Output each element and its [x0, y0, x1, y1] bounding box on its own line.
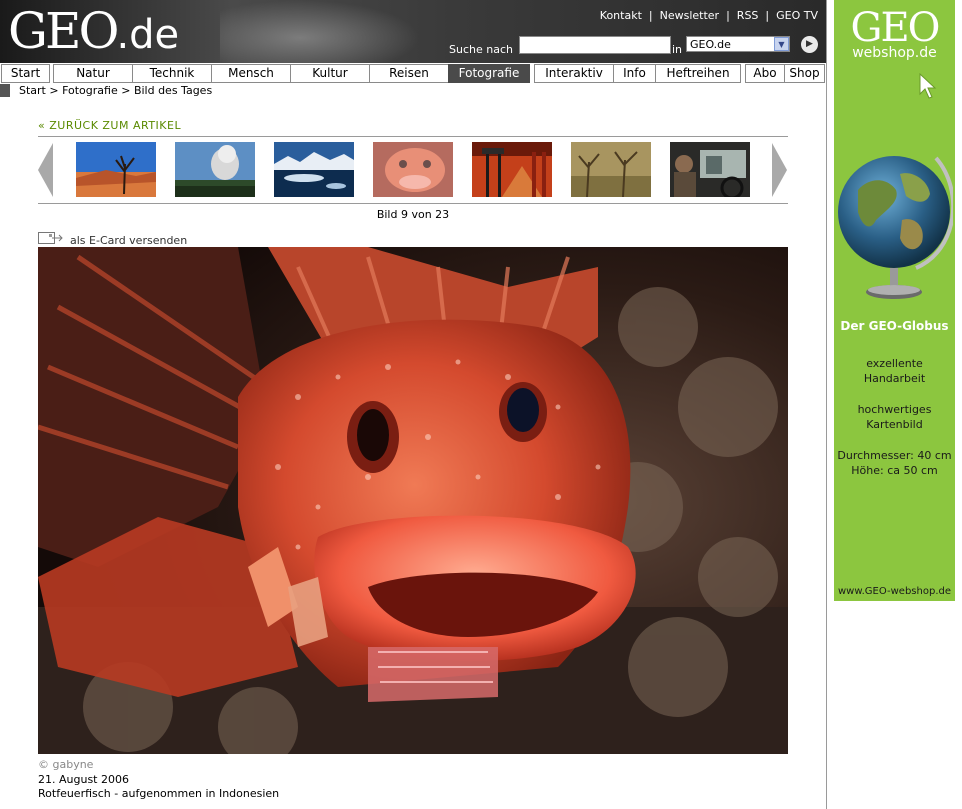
thumbnail-volcano[interactable]: [175, 142, 255, 197]
nav-label: Kultur: [312, 66, 348, 80]
main-nav: Start Natur Technik Mensch Kultur Reisen…: [0, 64, 826, 83]
nav-technik[interactable]: Technik: [132, 64, 212, 83]
thumbnail-car-interior[interactable]: [670, 142, 750, 197]
nav-label: Mensch: [228, 66, 274, 80]
search-label: Suche nach: [449, 43, 513, 56]
thumbnail-swamp-trees[interactable]: [571, 142, 651, 197]
photo-caption: Rotfeuerfisch - aufgenommen in Indonesie…: [38, 787, 280, 800]
main-photo: [38, 247, 788, 754]
ecard-icon: [38, 232, 63, 244]
nav-heftreihen[interactable]: Heftreihen: [655, 64, 741, 83]
nav-shop[interactable]: Shop: [784, 64, 825, 83]
nav-kultur[interactable]: Kultur: [290, 64, 370, 83]
ad-brand: GEO webshop.de: [834, 6, 955, 60]
chevron-down-icon: ▼: [774, 37, 789, 51]
ad-line: Kartenbild: [866, 418, 923, 431]
ad-line: hochwertiges: [857, 403, 932, 416]
nav-start[interactable]: Start: [1, 64, 50, 83]
photo-date: 21. August 2006: [38, 773, 129, 786]
ad-line: Durchmesser: 40 cm: [837, 449, 952, 462]
search-scope-select[interactable]: GEO.de ▼: [686, 36, 790, 52]
link-kontakt[interactable]: Kontakt: [600, 9, 642, 22]
thumbnail-scorpionfish[interactable]: [373, 142, 453, 197]
ad-brand-geo: GEO: [850, 5, 941, 51]
nav-label: Technik: [149, 66, 195, 80]
page: GEO.de Kontakt | Newsletter | RSS | GEO TV Suc…: [0, 0, 827, 809]
ad-line: Höhe: ca 50 cm: [851, 464, 938, 477]
ecard-label: als E-Card versenden: [70, 234, 188, 247]
top-links: Kontakt | Newsletter | RSS | GEO TV: [599, 9, 818, 22]
nav-abo[interactable]: Abo: [745, 64, 785, 83]
nav-info[interactable]: Info: [613, 64, 656, 83]
nav-label: Abo: [753, 66, 777, 80]
nav-label: Interaktiv: [545, 66, 603, 80]
nav-label: Natur: [76, 66, 110, 80]
search-bar: Suche nach in GEO.de ▼ ▶: [449, 36, 821, 56]
nav-label: Fotografie: [458, 66, 520, 80]
thumbnail-desert[interactable]: [76, 142, 156, 197]
ad-title: Der GEO-Globus: [840, 319, 949, 333]
breadcrumb-text[interactable]: Start > Fotografie > Bild des Tages: [19, 84, 212, 97]
thumbnail-temple[interactable]: [472, 142, 552, 197]
logo-de: .de: [116, 12, 180, 58]
nav-interaktiv[interactable]: Interaktiv: [534, 64, 614, 83]
globe-icon: [838, 156, 953, 299]
nav-reisen[interactable]: Reisen: [369, 64, 449, 83]
play-icon: ▶: [806, 39, 813, 49]
nav-mensch[interactable]: Mensch: [211, 64, 291, 83]
next-arrow-icon[interactable]: [772, 143, 788, 197]
thumbnail-strip: [38, 136, 788, 204]
nav-label: Heftreihen: [666, 66, 730, 80]
search-scope-value: GEO.de: [690, 38, 731, 51]
photo-credit: © gabyne: [38, 758, 94, 771]
search-in-label: in: [672, 43, 683, 56]
nav-label: Info: [623, 66, 646, 80]
back-to-article-link[interactable]: « ZURÜCK ZUM ARTIKEL: [38, 119, 181, 132]
search-go-button[interactable]: ▶: [801, 36, 818, 53]
nav-label: Reisen: [389, 66, 429, 80]
logo-geo: GEO: [8, 2, 119, 60]
nav-fotografie[interactable]: Fotografie: [448, 64, 530, 83]
link-newsletter[interactable]: Newsletter: [660, 9, 719, 22]
mouse-pointer-icon: [919, 72, 937, 99]
header: GEO.de Kontakt | Newsletter | RSS | GEO TV Suc…: [0, 0, 826, 63]
geo-webshop-ad[interactable]: GEO webshop.de Der GEO-Globus exzellente…: [834, 0, 955, 601]
prev-arrow-icon[interactable]: [38, 143, 54, 197]
ad-line: exzellente: [866, 357, 923, 370]
nav-label: Shop: [789, 66, 820, 80]
nav-natur[interactable]: Natur: [53, 64, 133, 83]
geo-logo[interactable]: GEO.de: [8, 2, 179, 60]
thumbnail-glacier[interactable]: [274, 142, 354, 197]
link-geo-tv[interactable]: GEO TV: [776, 9, 818, 22]
ad-url: www.GEO-webshop.de: [838, 586, 951, 597]
ad-line: Handarbeit: [863, 372, 926, 385]
nav-label: Start: [10, 66, 41, 80]
link-rss[interactable]: RSS: [737, 9, 759, 22]
search-input[interactable]: [519, 36, 671, 54]
image-counter: Bild 9 von 23: [376, 208, 450, 221]
